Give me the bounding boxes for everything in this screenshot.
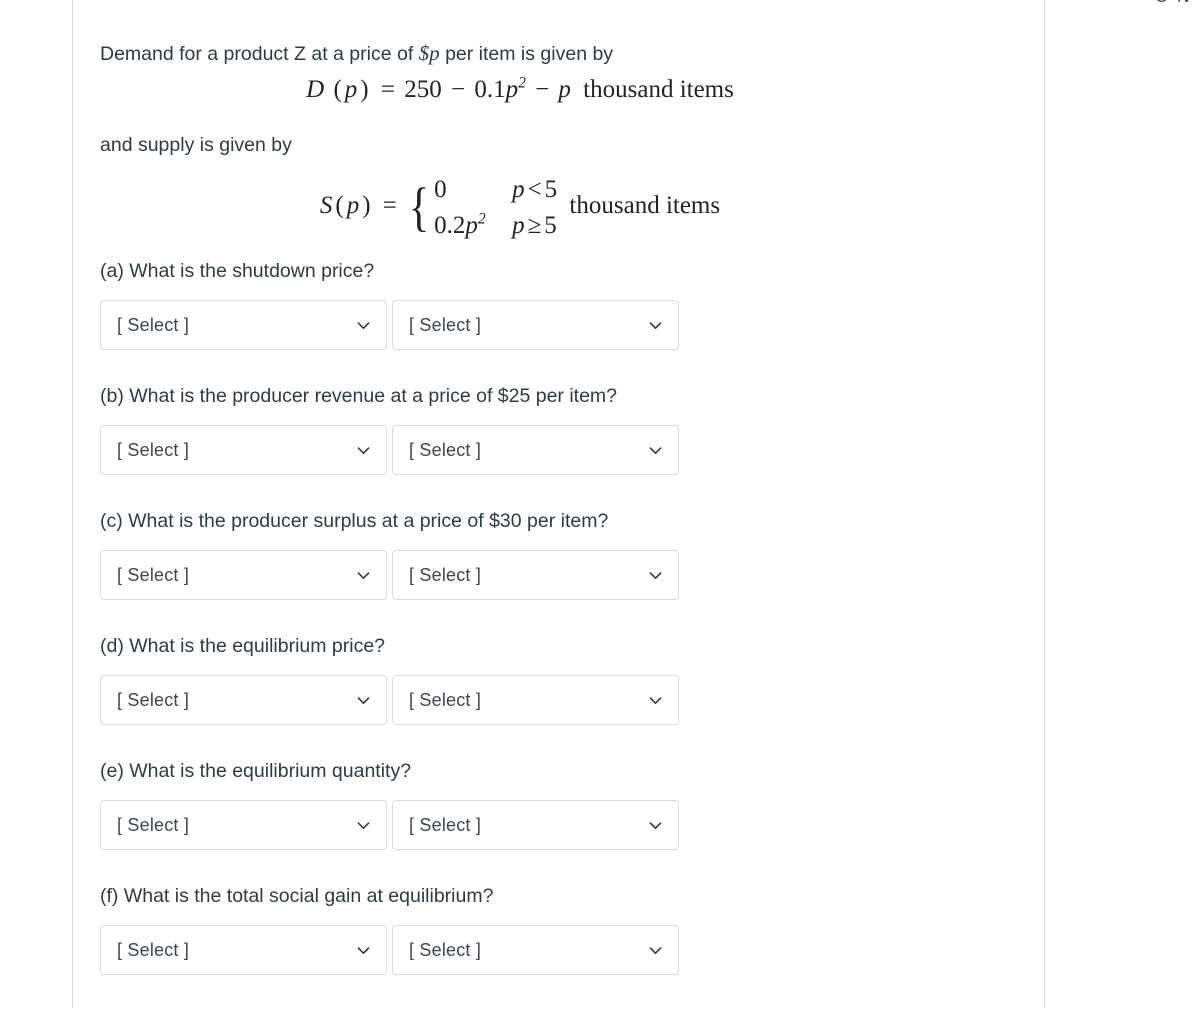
case2-cond-var: p [512,211,525,239]
demand-minus1: − [450,76,466,103]
answer-row-b: [ Select ] [ Select ] [100,425,679,475]
question-label-f: (f) What is the total social gain at equ… [100,885,494,907]
select-f-1-value: [ Select ] [117,939,190,960]
demand-coef2: 0.1 [474,76,506,103]
select-d-1[interactable]: [ Select ] [100,675,387,725]
chevron-down-icon [647,442,664,459]
select-a-1-value: [ Select ] [117,314,190,335]
chevron-down-icon [647,567,664,584]
case2-var: p [465,211,478,239]
supply-paren-close: ) [362,192,371,220]
select-d-2[interactable]: [ Select ] [392,675,679,725]
intro-price-variable: $p [418,41,440,65]
chevron-down-icon [355,692,372,709]
case1-value: 0 [434,176,447,203]
question-label-e: (e) What is the equilibrium quantity? [100,760,412,782]
demand-paren-close: ) [360,76,369,103]
page-left-border [72,0,73,1008]
piecewise-cases: 0 p <5 0.2p2 p ≥5 [434,172,557,243]
chevron-down-icon [647,692,664,709]
answer-row-d: [ Select ] [ Select ] [100,675,679,725]
demand-equals: = [380,76,395,103]
supply-equation: S(p) = { 0 p <5 0.2p2 p ≥5 thousand items [100,172,940,243]
clipped-top-text: O N [1155,0,1191,7]
answer-row-a: [ Select ] [ Select ] [100,300,679,350]
case1-condition: p <5 [512,172,557,208]
select-a-1[interactable]: [ Select ] [100,300,387,350]
demand-minus2: − [535,76,550,103]
case2-value: 0.2p2 [434,208,512,244]
chevron-down-icon [647,942,664,959]
answer-row-c: [ Select ] [ Select ] [100,550,679,600]
chevron-down-icon [355,442,372,459]
case1-cond-var: p [512,176,525,203]
intro-paragraph: Demand for a product Z at a price of $p … [100,38,613,70]
select-a-2-value: [ Select ] [409,314,482,335]
demand-var3: p [558,76,571,103]
case1-cond-op: < [527,176,542,203]
chevron-down-icon [647,317,664,334]
demand-equation: D (p) = 250 − 0.1p2 − p thousand items [100,74,940,104]
demand-term1: 250 [404,76,442,103]
chevron-down-icon [355,567,372,584]
select-c-1[interactable]: [ Select ] [100,550,387,600]
select-e-1-value: [ Select ] [117,814,190,835]
intro-suffix: per item is given by [439,43,614,65]
select-a-2[interactable]: [ Select ] [392,300,679,350]
answer-row-e: [ Select ] [ Select ] [100,800,679,850]
chevron-down-icon [355,317,372,334]
case2-exponent: 2 [477,210,486,228]
piecewise-case-1: 0 p <5 [434,172,557,208]
select-f-2[interactable]: [ Select ] [392,925,679,975]
question-label-b: (b) What is the producer revenue at a pr… [100,385,618,407]
chevron-down-icon [355,817,372,834]
piecewise-brace: { [408,177,430,238]
supply-arg: p [346,192,360,220]
select-b-1-value: [ Select ] [117,439,190,460]
select-f-1[interactable]: [ Select ] [100,925,387,975]
select-b-2-value: [ Select ] [409,439,482,460]
supply-lead-paragraph: and supply is given by [100,134,292,156]
chevron-down-icon [647,817,664,834]
select-e-2-value: [ Select ] [409,814,482,835]
page-right-border [1044,0,1045,1008]
select-c-2-value: [ Select ] [409,564,482,585]
select-b-2[interactable]: [ Select ] [392,425,679,475]
demand-exponent2: 2 [518,74,526,92]
demand-var2: p [505,76,519,103]
question-label-c: (c) What is the producer surplus at a pr… [100,510,609,532]
select-c-1-value: [ Select ] [117,564,190,585]
select-d-1-value: [ Select ] [117,689,190,710]
case2-coef: 0.2 [434,211,466,239]
supply-paren-open: ( [335,192,344,220]
demand-paren-open: ( [333,76,342,103]
select-b-1[interactable]: [ Select ] [100,425,387,475]
demand-fn-name: D [306,76,325,103]
supply-piecewise: { 0 p <5 0.2p2 p ≥5 [406,172,557,243]
case2-cond-op: ≥ [527,211,542,239]
demand-arg: p [344,76,358,103]
supply-equals: = [382,192,397,220]
case1-cond-num: 5 [544,176,558,203]
select-e-1[interactable]: [ Select ] [100,800,387,850]
select-d-2-value: [ Select ] [409,689,482,710]
select-e-2[interactable]: [ Select ] [392,800,679,850]
select-f-2-value: [ Select ] [409,939,482,960]
piecewise-case-2: 0.2p2 p ≥5 [434,208,557,244]
answer-row-f: [ Select ] [ Select ] [100,925,679,975]
question-label-d: (d) What is the equilibrium price? [100,635,386,657]
intro-prefix: Demand for a product Z at a price of [100,43,419,65]
demand-units: thousand items [583,76,734,103]
case2-condition: p ≥5 [512,208,557,244]
chevron-down-icon [355,942,372,959]
question-label-a: (a) What is the shutdown price? [100,260,375,282]
select-c-2[interactable]: [ Select ] [392,550,679,600]
case2-cond-num: 5 [544,211,557,239]
supply-units: thousand items [569,192,721,220]
supply-fn-name: S [319,192,333,220]
